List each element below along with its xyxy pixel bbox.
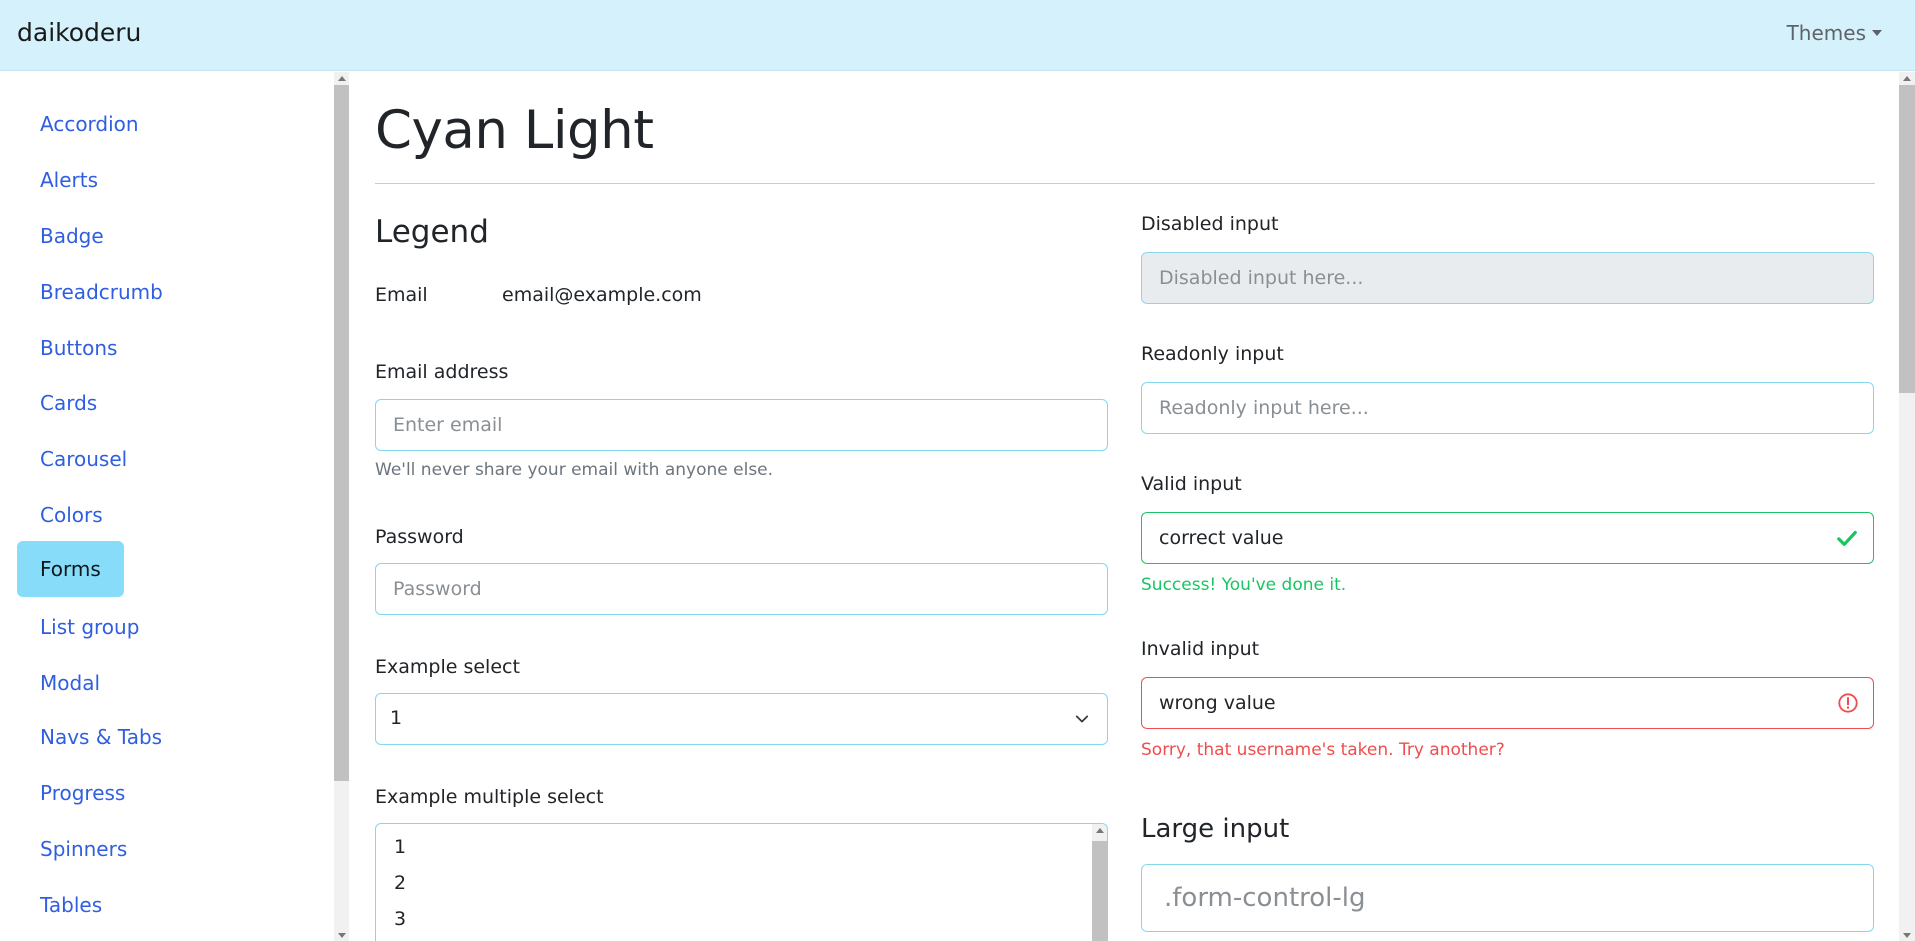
disabled-input: [1141, 252, 1874, 304]
title-divider: [375, 183, 1875, 184]
email-help-text: We'll never share your email with anyone…: [375, 460, 774, 480]
multiple-select-option[interactable]: 1: [394, 836, 406, 858]
scroll-down-arrow-icon[interactable]: [1903, 933, 1911, 938]
sidebar-item-progress[interactable]: Progress: [17, 765, 148, 821]
multiple-select-option[interactable]: 3: [394, 908, 406, 930]
multiple-select-option[interactable]: 2: [394, 872, 406, 894]
multiple-select[interactable]: 1 2 3: [375, 823, 1108, 941]
exclamation-circle-icon: [1838, 693, 1858, 713]
invalid-input-label: Invalid input: [1141, 638, 1260, 660]
password-field[interactable]: [375, 563, 1108, 615]
example-select[interactable]: 1: [375, 693, 1108, 745]
multiple-select-scrollbar-thumb[interactable]: [1092, 841, 1107, 941]
password-label: Password: [375, 526, 464, 548]
valid-input-label: Valid input: [1141, 473, 1242, 495]
caret-down-icon: [1872, 30, 1882, 36]
sidebar-item-forms[interactable]: Forms: [17, 541, 124, 597]
example-select-value: 1: [390, 707, 403, 729]
sidebar-item-spinners[interactable]: Spinners: [17, 821, 150, 877]
email-static-value: email@example.com: [502, 284, 702, 306]
sidebar-scrollbar[interactable]: [334, 72, 349, 941]
readonly-input-label: Readonly input: [1141, 343, 1284, 365]
sidebar-nav: Accordion Alerts Badge Breadcrumb Button…: [0, 72, 334, 941]
check-icon: [1837, 530, 1857, 547]
email-address-label: Email address: [375, 361, 509, 383]
sidebar-item-badge[interactable]: Badge: [17, 208, 127, 264]
sidebar-item-list-group[interactable]: List group: [17, 599, 162, 655]
brand-link[interactable]: daikoderu: [17, 18, 141, 47]
sidebar-item-modal[interactable]: Modal: [17, 655, 123, 711]
large-input-heading: Large input: [1141, 814, 1290, 844]
scroll-down-arrow-icon[interactable]: [337, 933, 346, 938]
multiple-select-scrollbar[interactable]: [1092, 824, 1107, 941]
multiple-select-label: Example multiple select: [375, 786, 604, 808]
themes-dropdown[interactable]: Themes: [1787, 21, 1882, 45]
chevron-down-icon: [1075, 715, 1089, 723]
sidebar-item-carousel[interactable]: Carousel: [17, 431, 150, 487]
sidebar-item-navs-tabs[interactable]: Navs & Tabs: [17, 709, 185, 765]
sidebar-scrollbar-thumb[interactable]: [334, 85, 349, 781]
disabled-input-label: Disabled input: [1141, 213, 1279, 235]
sidebar-item-colors[interactable]: Colors: [17, 487, 126, 543]
top-navbar: daikoderu Themes: [0, 0, 1915, 71]
invalid-input[interactable]: [1141, 677, 1874, 729]
main-content: Cyan Light Legend Email email@example.co…: [349, 72, 1899, 941]
valid-input[interactable]: [1141, 512, 1874, 564]
sidebar-item-alerts[interactable]: Alerts: [17, 152, 121, 208]
large-input[interactable]: [1141, 864, 1874, 932]
page-title: Cyan Light: [375, 100, 654, 161]
page-scrollbar-thumb[interactable]: [1899, 85, 1915, 393]
scroll-up-arrow-icon[interactable]: [337, 76, 346, 81]
readonly-input[interactable]: [1141, 382, 1874, 434]
page-scrollbar[interactable]: [1899, 72, 1915, 941]
themes-label: Themes: [1786, 21, 1866, 45]
email-field[interactable]: [375, 399, 1108, 451]
example-select-label: Example select: [375, 656, 520, 678]
scroll-up-arrow-icon[interactable]: [1095, 828, 1104, 833]
sidebar-item-breadcrumb[interactable]: Breadcrumb: [17, 264, 186, 320]
sidebar-item-accordion[interactable]: Accordion: [17, 96, 162, 152]
sidebar-item-cards[interactable]: Cards: [17, 375, 120, 431]
email-static-label: Email: [375, 284, 428, 306]
invalid-feedback: Sorry, that username's taken. Try anothe…: [1141, 740, 1505, 760]
sidebar-item-tables[interactable]: Tables: [17, 877, 125, 933]
scroll-up-arrow-icon[interactable]: [1903, 76, 1911, 81]
legend-heading: Legend: [375, 214, 489, 250]
sidebar-item-buttons[interactable]: Buttons: [17, 320, 140, 376]
valid-feedback: Success! You've done it.: [1141, 575, 1347, 595]
